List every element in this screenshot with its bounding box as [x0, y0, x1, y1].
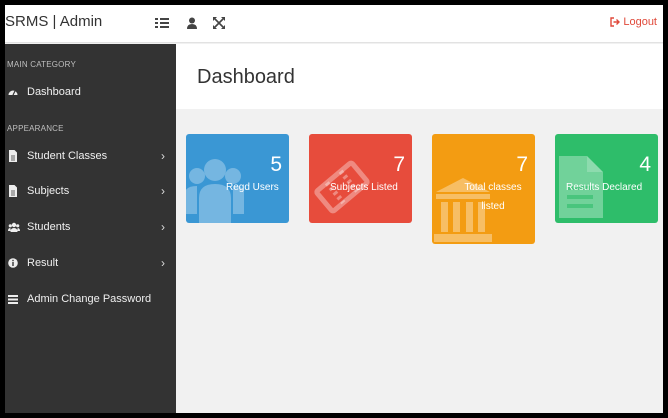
sidebar-item-dashboard[interactable]: Dashboard: [5, 79, 176, 105]
sidebar-item-student-classes[interactable]: Student Classes ›: [5, 143, 176, 169]
sidebar-item-label: Students: [27, 221, 71, 233]
toggle-sidebar-icon[interactable]: [155, 16, 169, 30]
stat-tile-regd-users[interactable]: 5 Regd Users: [186, 134, 289, 223]
file-icon: [9, 185, 17, 197]
fullscreen-icon[interactable]: [212, 16, 226, 30]
stat-value: 7: [516, 153, 528, 176]
sidebar-category-appearance: APPEARANCE: [7, 124, 64, 133]
list-icon: [8, 295, 18, 304]
brand-title[interactable]: SRMS | Admin: [5, 13, 102, 30]
stat-value: 4: [639, 153, 651, 176]
stat-label: Regd Users: [226, 182, 279, 193]
sidebar-item-label: Result: [27, 257, 59, 269]
chevron-right-icon: ›: [161, 149, 165, 163]
stat-value: 5: [270, 153, 282, 176]
page-header: Dashboard: [176, 44, 663, 109]
chevron-right-icon: ›: [161, 184, 165, 198]
user-icon[interactable]: [185, 16, 199, 30]
sign-out-icon: [610, 17, 621, 27]
sidebar-item-result[interactable]: Result ›: [5, 250, 176, 276]
file-icon: [9, 150, 17, 162]
sidebar-item-label: Admin Change Password: [27, 293, 152, 305]
sidebar-item-label: Subjects: [27, 185, 70, 197]
users-icon: [8, 222, 20, 232]
sidebar-item-label: Student Classes: [27, 150, 108, 162]
stat-tile-total-classes[interactable]: 7 Total classes listed: [432, 134, 535, 244]
dashboard-icon: [8, 90, 18, 96]
page-title: Dashboard: [197, 66, 295, 88]
stat-value: 7: [393, 153, 405, 176]
logout-link[interactable]: Logout: [610, 16, 657, 28]
stat-label: Results Declared: [566, 182, 643, 193]
sidebar-item-subjects[interactable]: Subjects ›: [5, 178, 176, 204]
stat-tile-results-declared[interactable]: 4 Results Declared: [555, 134, 658, 223]
stat-label: Subjects Listed: [330, 182, 398, 193]
sidebar: MAIN CATEGORY Dashboard APPEARANCE Stude…: [5, 44, 176, 413]
logout-label: Logout: [623, 16, 657, 28]
chevron-right-icon: ›: [161, 220, 165, 234]
chevron-right-icon: ›: [161, 256, 165, 270]
sidebar-category-main: MAIN CATEGORY: [7, 60, 76, 69]
info-icon: [8, 258, 18, 268]
sidebar-item-students[interactable]: Students ›: [5, 214, 176, 240]
app-window: SRMS | Admin Logout MAIN CATEGORY Dashbo…: [5, 5, 663, 413]
sidebar-item-label: Dashboard: [27, 86, 81, 98]
stat-tile-subjects-listed[interactable]: 7 Subjects Listed: [309, 134, 412, 223]
top-navbar: SRMS | Admin Logout: [5, 5, 663, 43]
stat-label: Total classes listed: [464, 182, 522, 212]
sidebar-item-admin-change-password[interactable]: Admin Change Password: [5, 286, 176, 312]
